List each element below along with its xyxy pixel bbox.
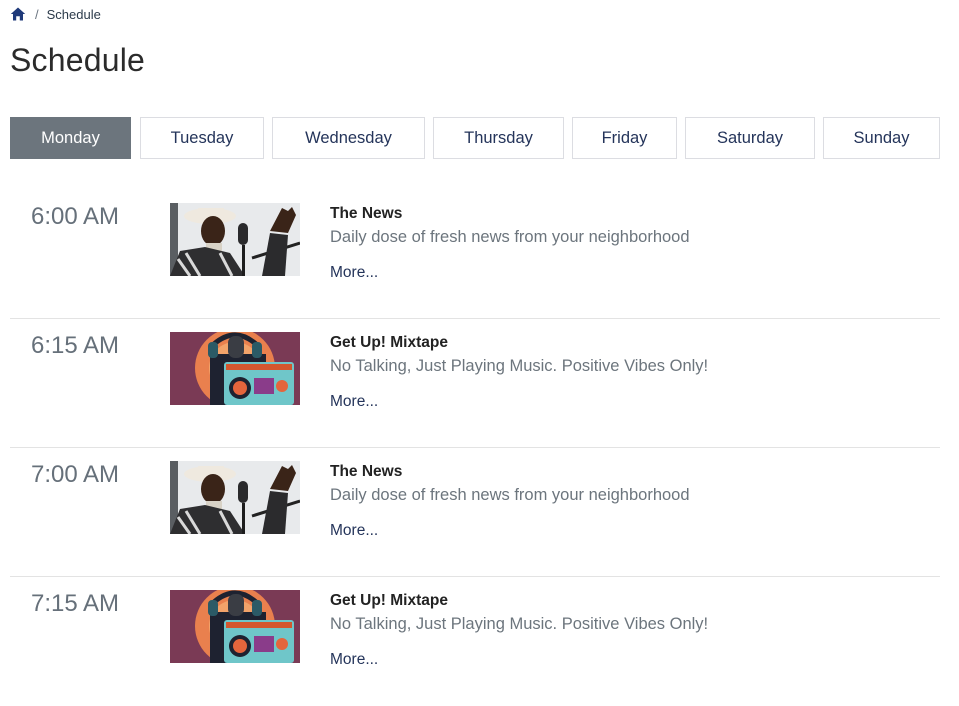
breadcrumb: / Schedule bbox=[10, 6, 101, 22]
show-info: Get Up! Mixtape No Talking, Just Playing… bbox=[330, 332, 708, 412]
mixtape-boombox-art bbox=[170, 590, 300, 663]
news-host-photo bbox=[170, 461, 300, 534]
mixtape-boombox-art bbox=[170, 332, 300, 405]
show-time: 7:00 AM bbox=[30, 461, 120, 488]
show-thumbnail[interactable] bbox=[170, 332, 300, 405]
tab-monday[interactable]: Monday bbox=[10, 117, 131, 159]
show-title: The News bbox=[330, 463, 403, 480]
show-description: Daily dose of fresh news from your neigh… bbox=[330, 486, 690, 504]
tab-sunday[interactable]: Sunday bbox=[823, 117, 940, 159]
tab-thursday[interactable]: Thursday bbox=[433, 117, 564, 159]
show-thumbnail[interactable] bbox=[170, 590, 300, 663]
show-info: The News Daily dose of fresh news from y… bbox=[330, 461, 690, 541]
more-link[interactable]: More... bbox=[330, 263, 378, 283]
show-title: Get Up! Mixtape bbox=[330, 334, 448, 351]
schedule-row: 7:00 AM The News Daily dose of fresh new… bbox=[10, 448, 940, 577]
tab-wednesday[interactable]: Wednesday bbox=[272, 117, 425, 159]
news-host-photo bbox=[170, 203, 300, 276]
show-title: Get Up! Mixtape bbox=[330, 592, 448, 609]
breadcrumb-home-link[interactable] bbox=[10, 6, 26, 22]
show-description: No Talking, Just Playing Music. Positive… bbox=[330, 357, 709, 375]
show-description: Daily dose of fresh news from your neigh… bbox=[330, 228, 690, 246]
show-thumbnail[interactable] bbox=[170, 461, 300, 534]
tab-friday[interactable]: Friday bbox=[572, 117, 677, 159]
show-info: The News Daily dose of fresh news from y… bbox=[330, 203, 690, 283]
show-title: The News bbox=[330, 205, 403, 222]
tab-saturday[interactable]: Saturday bbox=[685, 117, 815, 159]
schedule-row: 7:15 AM Get Up! Mixtape No Talking, Just… bbox=[10, 577, 940, 706]
more-link[interactable]: More... bbox=[330, 521, 378, 541]
page-title: Schedule bbox=[10, 42, 146, 78]
more-link[interactable]: More... bbox=[330, 650, 378, 670]
show-time: 6:00 AM bbox=[30, 203, 120, 230]
show-description: No Talking, Just Playing Music. Positive… bbox=[330, 615, 709, 633]
tab-tuesday[interactable]: Tuesday bbox=[140, 117, 264, 159]
more-link[interactable]: More... bbox=[330, 392, 378, 412]
breadcrumb-separator: / bbox=[35, 6, 39, 22]
schedule-row: 6:15 AM Get Up! Mixtape No Talking, Just… bbox=[10, 319, 940, 448]
breadcrumb-current: Schedule bbox=[46, 6, 101, 22]
show-thumbnail[interactable] bbox=[170, 203, 300, 276]
home-icon bbox=[10, 7, 26, 21]
show-time: 6:15 AM bbox=[30, 332, 120, 359]
schedule-row: 6:00 AM The News Daily dose of fresh new… bbox=[10, 190, 940, 319]
show-time: 7:15 AM bbox=[30, 590, 120, 617]
show-info: Get Up! Mixtape No Talking, Just Playing… bbox=[330, 590, 708, 670]
